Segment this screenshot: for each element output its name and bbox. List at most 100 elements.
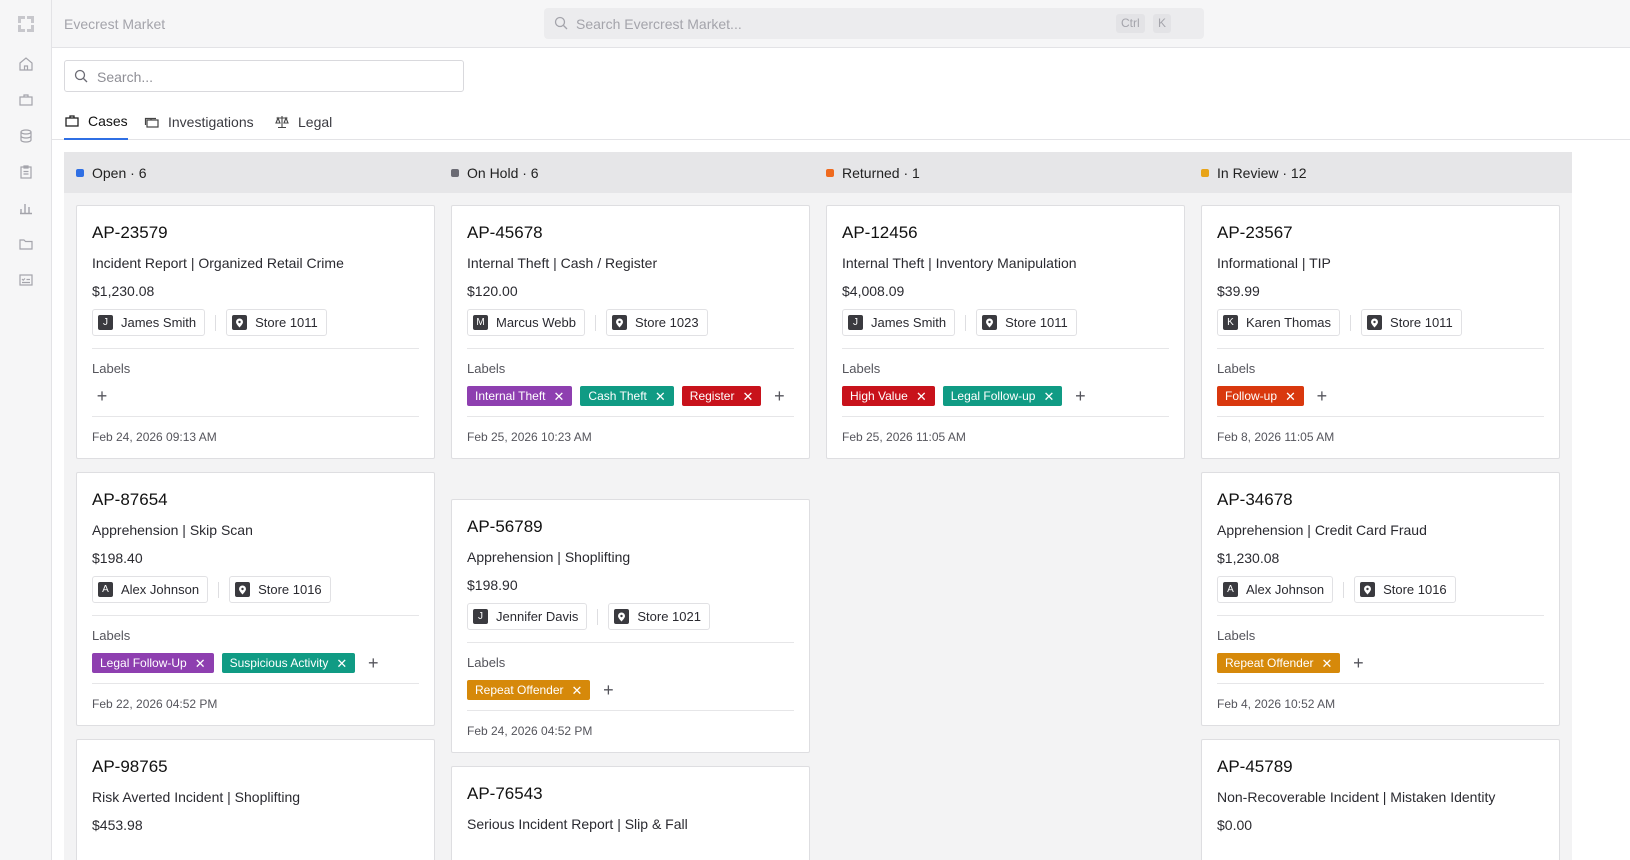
case-title: Apprehension | Skip Scan: [92, 522, 253, 538]
case-date: Feb 22, 2026 04:52 PM: [92, 697, 218, 711]
tab-label: Cases: [88, 113, 128, 129]
remove-label-icon[interactable]: ✕: [1322, 657, 1333, 670]
location-pin-icon: [235, 582, 251, 597]
tab-cases[interactable]: Cases: [64, 104, 128, 140]
case-meta: J James Smith Store 1011: [842, 309, 1169, 349]
column-title: Open · 6: [92, 164, 147, 181]
global-search-input[interactable]: Search Evercrest Market... Ctrl K: [544, 8, 1204, 39]
labels-heading: Labels: [92, 628, 131, 643]
remove-label-icon[interactable]: ✕: [554, 390, 565, 403]
add-label-button[interactable]: +: [363, 653, 383, 673]
case-card[interactable]: AP-23567 Informational | TIP $39.99 K Kar…: [1201, 205, 1560, 459]
store-chip[interactable]: Store 1016: [229, 576, 331, 603]
case-title: Non-Recoverable Incident | Mistaken Iden…: [1217, 789, 1496, 805]
case-meta: J James Smith Store 1011: [92, 309, 419, 349]
assignee-chip[interactable]: M Marcus Webb: [467, 309, 585, 336]
checklist-icon[interactable]: [18, 272, 34, 288]
folder-icon[interactable]: [18, 236, 34, 252]
avatar: J: [848, 315, 863, 330]
tab-legal[interactable]: Legal: [274, 104, 332, 140]
case-card[interactable]: AP-56789 Apprehension | Shoplifting $198…: [451, 499, 810, 753]
label-tag[interactable]: Follow-up ✕: [1217, 386, 1304, 406]
labels-heading: Labels: [467, 655, 506, 670]
bar-chart-icon[interactable]: [18, 200, 34, 216]
label-tag[interactable]: Register ✕: [681, 386, 762, 406]
case-title: Internal Theft | Inventory Manipulation: [842, 255, 1077, 271]
remove-label-icon[interactable]: ✕: [655, 390, 666, 403]
store-chip[interactable]: Store 1021: [608, 603, 710, 630]
case-card[interactable]: AP-87654 Apprehension | Skip Scan $198.4…: [76, 472, 435, 726]
briefcase-icon[interactable]: [18, 92, 34, 108]
assignee-chip[interactable]: J James Smith: [842, 309, 956, 336]
label-tag[interactable]: Cash Theft ✕: [580, 386, 674, 406]
clipboard-icon[interactable]: [18, 164, 34, 180]
search-icon: [74, 69, 88, 83]
store-chip[interactable]: Store 1011: [976, 309, 1077, 336]
avatar: A: [1223, 582, 1238, 597]
label-tag[interactable]: High Value ✕: [842, 386, 935, 406]
case-title: Incident Report | Organized Retail Crime: [92, 255, 344, 271]
briefcase-icon: [65, 115, 79, 127]
labels-list: Repeat Offender ✕ +: [467, 680, 794, 711]
case-card[interactable]: AP-98765 Risk Averted Incident | Shoplif…: [76, 739, 435, 860]
store-chip[interactable]: Store 1011: [226, 309, 327, 336]
case-card[interactable]: AP-45789 Non-Recoverable Incident | Mist…: [1201, 739, 1560, 860]
assignee-chip[interactable]: J Jennifer Davis: [467, 603, 588, 630]
case-card[interactable]: AP-23579 Incident Report | Organized Ret…: [76, 205, 435, 459]
label-text: Suspicious Activity: [229, 656, 329, 670]
labels-heading: Labels: [1217, 361, 1256, 376]
store-chip[interactable]: Store 1023: [605, 309, 708, 336]
add-label-button[interactable]: +: [1070, 386, 1090, 406]
add-label-button[interactable]: +: [92, 386, 112, 406]
case-id: AP-34678: [1217, 490, 1293, 509]
label-tag[interactable]: Legal Follow-up ✕: [942, 386, 1063, 406]
case-amount: $453.98: [92, 817, 143, 833]
scale-icon: [275, 116, 289, 129]
labels-heading: Labels: [1217, 628, 1256, 643]
case-card[interactable]: AP-12456 Internal Theft | Inventory Mani…: [826, 205, 1185, 459]
label-text: Repeat Offender: [475, 683, 564, 697]
assignee-chip[interactable]: A Alex Johnson: [1217, 576, 1334, 603]
left-nav-rail: [0, 0, 52, 860]
label-tag[interactable]: Repeat Offender ✕: [1217, 653, 1341, 673]
assignee-chip[interactable]: J James Smith: [92, 309, 206, 336]
home-icon[interactable]: [18, 56, 34, 72]
add-label-button[interactable]: +: [598, 680, 618, 700]
case-title: Serious Incident Report | Slip & Fall: [467, 816, 688, 832]
label-tag[interactable]: Suspicious Activity ✕: [221, 653, 356, 673]
view-tabs: Cases Investigations Legal: [52, 104, 1630, 140]
assignee-chip[interactable]: A Alex Johnson: [92, 576, 209, 603]
case-card[interactable]: AP-45678 Internal Theft | Cash / Registe…: [451, 205, 810, 459]
store-name: Store 1011: [255, 315, 318, 330]
board-search-input[interactable]: Search...: [64, 60, 464, 92]
label-tag[interactable]: Legal Follow-Up ✕: [92, 653, 214, 673]
logo-icon[interactable]: [17, 15, 35, 33]
remove-label-icon[interactable]: ✕: [1043, 390, 1054, 403]
add-label-button[interactable]: +: [1312, 386, 1332, 406]
case-card[interactable]: AP-76543 Serious Incident Report | Slip …: [451, 766, 810, 860]
remove-label-icon[interactable]: ✕: [1285, 390, 1296, 403]
divider: [1350, 314, 1352, 331]
label-text: Legal Follow-Up: [100, 656, 187, 670]
labels-list: Follow-up ✕ +: [1217, 386, 1544, 417]
labels-heading: Labels: [92, 361, 131, 376]
stack-briefcase-icon: [144, 117, 159, 128]
divider: [215, 314, 217, 331]
divider: [1343, 581, 1345, 598]
assignee-chip[interactable]: K Karen Thomas: [1217, 309, 1341, 336]
add-label-button[interactable]: +: [769, 386, 789, 406]
remove-label-icon[interactable]: ✕: [916, 390, 927, 403]
store-chip[interactable]: Store 1016: [1354, 576, 1456, 603]
tab-investigations[interactable]: Investigations: [144, 104, 254, 140]
label-tag[interactable]: Repeat Offender ✕: [467, 680, 591, 700]
remove-label-icon[interactable]: ✕: [336, 657, 347, 670]
database-icon[interactable]: [18, 128, 34, 144]
label-tag[interactable]: Internal Theft ✕: [467, 386, 573, 406]
remove-label-icon[interactable]: ✕: [572, 684, 583, 697]
store-chip[interactable]: Store 1011: [1361, 309, 1462, 336]
remove-label-icon[interactable]: ✕: [195, 657, 206, 670]
case-card[interactable]: AP-34678 Apprehension | Credit Card Frau…: [1201, 472, 1560, 726]
add-label-button[interactable]: +: [1348, 653, 1368, 673]
divider: [965, 314, 967, 331]
remove-label-icon[interactable]: ✕: [742, 390, 753, 403]
